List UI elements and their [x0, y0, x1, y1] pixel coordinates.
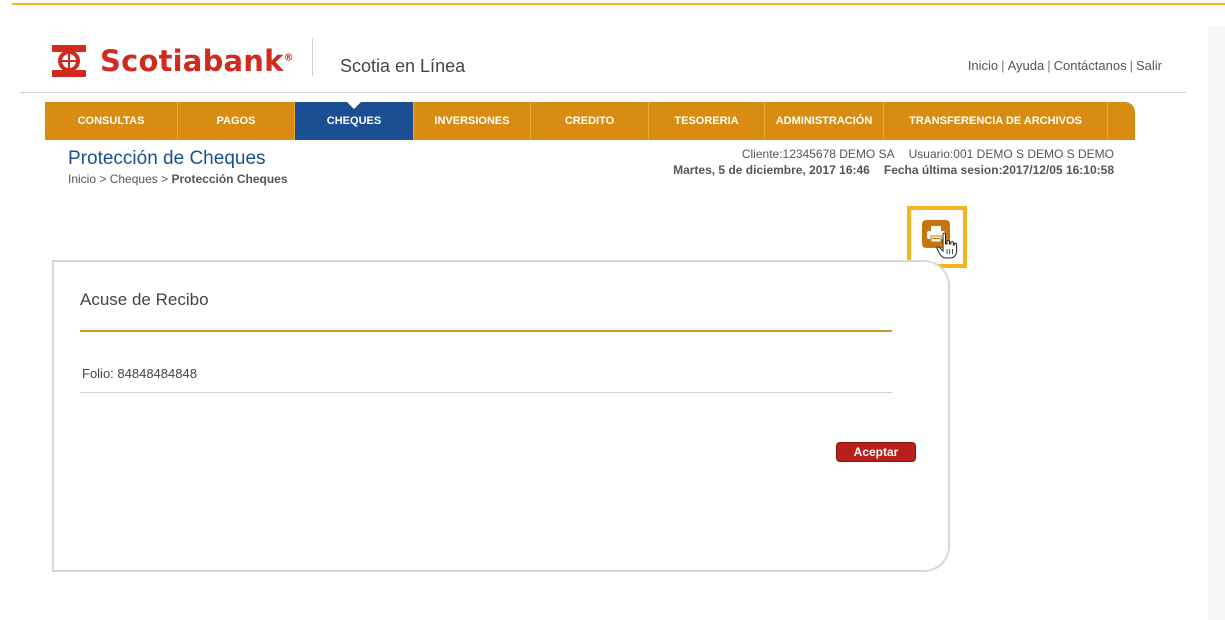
- header-divider: [312, 38, 313, 76]
- top-links: Inicio | Ayuda | Contáctanos | Salir: [968, 58, 1162, 73]
- nav-transferencia-archivos[interactable]: TRANSFERENCIA DE ARCHIVOS: [884, 102, 1108, 140]
- link-inicio[interactable]: Inicio: [968, 58, 998, 73]
- card-title-rule: [80, 330, 892, 332]
- breadcrumb-inicio[interactable]: Inicio: [68, 172, 96, 186]
- folio-rule: [80, 392, 892, 393]
- nav-consultas[interactable]: CONSULTAS: [45, 102, 178, 140]
- breadcrumb-separator: >: [99, 172, 107, 186]
- breadcrumb: Inicio > Cheques > Protección Cheques: [68, 172, 288, 186]
- top-accent-line: [12, 3, 1225, 5]
- last-session: Fecha última sesion:2017/12/05 16:10:58: [883, 163, 1114, 177]
- cliente-info: Cliente:12345678 DEMO SA: [741, 147, 895, 161]
- header-rule: [20, 92, 1186, 93]
- accept-button[interactable]: Aceptar: [836, 442, 916, 462]
- main-nav: CONSULTAS PAGOS CHEQUES INVERSIONES CRED…: [45, 101, 1135, 140]
- link-contactanos[interactable]: Contáctanos: [1054, 58, 1127, 73]
- current-date: Martes, 5 de diciembre, 2017 16:46: [673, 163, 870, 177]
- link-ayuda[interactable]: Ayuda: [1008, 58, 1045, 73]
- page-title: Protección de Cheques: [68, 148, 266, 169]
- link-separator: |: [1129, 58, 1133, 73]
- scotiabank-logo[interactable]: Scotiabank®: [50, 41, 294, 81]
- link-separator: |: [1001, 58, 1005, 73]
- nav-credito[interactable]: CREDITO: [531, 102, 649, 140]
- link-separator: |: [1047, 58, 1051, 73]
- acuse-card: Acuse de Recibo Folio: 84848484848 Acept…: [52, 260, 950, 572]
- page: Scotiabank® Scotia en Línea Inicio | Ayuda…: [12, 26, 1208, 620]
- nav-administracion[interactable]: ADMINISTRACIÓN: [765, 102, 884, 140]
- nav-inversiones[interactable]: INVERSIONES: [414, 102, 531, 140]
- product-name: Scotia en Línea: [340, 56, 466, 76]
- breadcrumb-cheques[interactable]: Cheques: [110, 172, 158, 186]
- card-title: Acuse de Recibo: [80, 290, 209, 309]
- nav-pagos[interactable]: PAGOS: [178, 102, 295, 140]
- nav-tesoreria[interactable]: TESORERIA: [649, 102, 765, 140]
- hand-pointer-icon: [936, 232, 958, 259]
- session-line-2: Martes, 5 de diciembre, 2017 16:46 Fecha …: [673, 162, 1114, 178]
- brand-name-text: Scotiabank: [100, 44, 284, 78]
- usuario-info: Usuario:001 DEMO S DEMO S DEMO: [908, 147, 1114, 161]
- canvas: Scotiabank® Scotia en Línea Inicio | Ayuda…: [12, 26, 1225, 620]
- scotiabank-logo-icon: [52, 45, 86, 77]
- folio-text: Folio: 84848484848: [82, 366, 197, 381]
- nav-cheques[interactable]: CHEQUES: [295, 101, 414, 140]
- link-salir[interactable]: Salir: [1136, 58, 1162, 73]
- session-line-1: Cliente:12345678 DEMO SA Usuario:001 DEMO…: [673, 146, 1114, 162]
- brand-name: Scotiabank®: [100, 44, 294, 78]
- breadcrumb-separator: >: [161, 172, 169, 186]
- session-info: Cliente:12345678 DEMO SA Usuario:001 DEMO…: [673, 146, 1114, 178]
- registered-mark: ®: [283, 52, 294, 64]
- breadcrumb-current: Protección Cheques: [171, 172, 288, 186]
